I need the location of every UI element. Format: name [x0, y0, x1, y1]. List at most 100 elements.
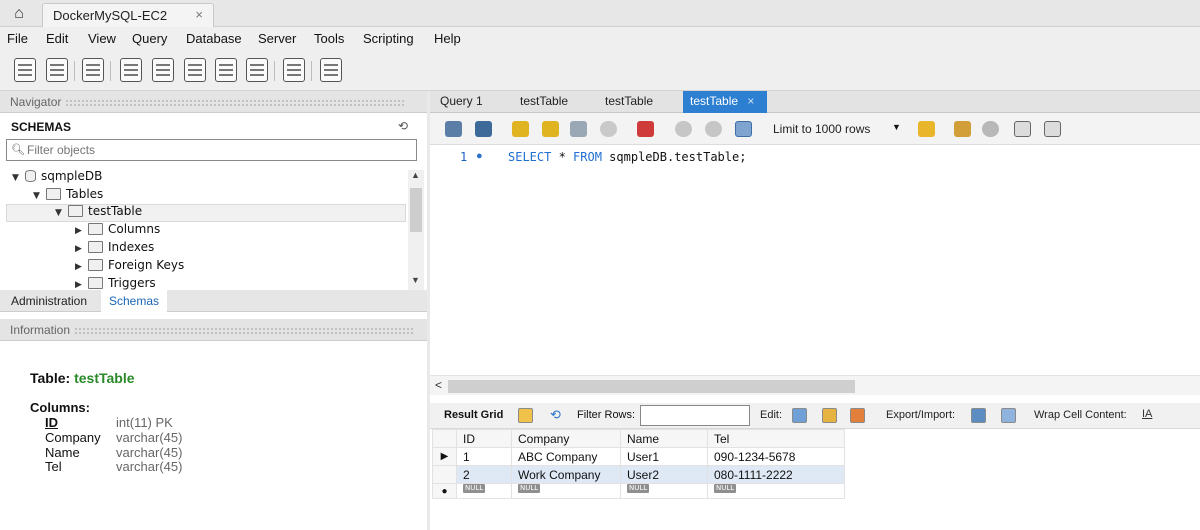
tab-query-1[interactable]: Query 1	[440, 94, 483, 108]
table-cell[interactable]: NULL	[456, 483, 512, 499]
create-table-icon[interactable]	[152, 58, 174, 82]
find-icon[interactable]	[982, 121, 999, 137]
toolbar-separator	[274, 61, 275, 81]
tab-testtable-1[interactable]: testTable	[520, 94, 568, 108]
table-row[interactable]: ▶ 1 ABC Company User1 090-1234-5678	[432, 447, 845, 466]
edit-row-icon[interactable]	[792, 408, 807, 423]
tree-item-schema[interactable]: ▼ sqmpleDB	[12, 169, 102, 187]
tree-scrollbar[interactable]: ▲ ▼	[408, 170, 424, 290]
table-cell[interactable]: 1	[456, 447, 512, 466]
delete-row-icon[interactable]	[850, 408, 865, 423]
column-header-tel[interactable]: Tel	[707, 429, 845, 448]
filter-objects-input[interactable]	[27, 142, 407, 158]
create-procedure-icon[interactable]	[215, 58, 237, 82]
column-header-id[interactable]: ID	[456, 429, 512, 448]
tree-item-foreign-keys[interactable]: ▶ Foreign Keys	[75, 258, 184, 276]
menu-server[interactable]: Server	[258, 31, 296, 46]
bookmark-star-icon[interactable]	[918, 121, 935, 137]
table-cell[interactable]: ABC Company	[511, 447, 621, 466]
explain-magnifier-icon[interactable]	[570, 121, 587, 137]
tab-administration[interactable]: Administration	[11, 294, 87, 308]
new-row[interactable]: ● NULL NULL NULL NULL	[432, 483, 845, 499]
tab-testtable-active[interactable]: testTable ×	[683, 91, 767, 113]
execute-lightning-icon[interactable]	[512, 121, 529, 137]
grid-layout-icon[interactable]	[518, 408, 533, 423]
export-icon[interactable]	[971, 408, 986, 423]
scroll-up-icon[interactable]: ▲	[411, 170, 420, 180]
home-icon[interactable]: ⌂	[8, 4, 30, 24]
limit-rows-select[interactable]: Limit to 1000 rows	[773, 122, 870, 136]
menu-tools[interactable]: Tools	[314, 31, 344, 46]
tree-item-testtable[interactable]: ▼ testTable	[55, 204, 142, 222]
menu-file[interactable]: File	[7, 31, 28, 46]
autocommit-icon[interactable]	[735, 121, 752, 137]
scroll-left-icon[interactable]: <	[435, 378, 442, 392]
menu-help[interactable]: Help	[434, 31, 461, 46]
wrap-cell-icon[interactable]: IA	[1142, 408, 1152, 420]
table-cell[interactable]: NULL	[620, 483, 708, 499]
stop-icon[interactable]	[600, 121, 617, 137]
search-table-data-icon[interactable]	[283, 58, 305, 82]
menu-scripting[interactable]: Scripting	[363, 31, 414, 46]
filter-rows-input[interactable]	[640, 405, 750, 426]
tab-testtable-2[interactable]: testTable	[605, 94, 653, 108]
create-schema-icon[interactable]	[120, 58, 142, 82]
table-cell[interactable]: 2	[456, 465, 512, 484]
schema-name: sqmpleDB	[41, 169, 103, 183]
tree-item-indexes[interactable]: ▶ Indexes	[75, 240, 154, 258]
refresh-icon[interactable]: ⟲	[398, 119, 408, 133]
column-header-company[interactable]: Company	[511, 429, 621, 448]
column-header-name[interactable]: Name	[620, 429, 708, 448]
insert-row-icon[interactable]	[822, 408, 837, 423]
connection-tab-strip: ⌂ DockerMySQL-EC2 ×	[0, 0, 1200, 27]
scrollbar-thumb[interactable]	[448, 380, 855, 393]
info-columns-label: Columns:	[30, 400, 90, 415]
refresh-icon[interactable]: ⟲	[550, 407, 561, 423]
menu-edit[interactable]: Edit	[46, 31, 68, 46]
scroll-down-icon[interactable]: ▼	[411, 275, 420, 285]
reconnect-icon[interactable]	[320, 58, 342, 82]
save-icon[interactable]	[475, 121, 492, 137]
rollback-icon[interactable]	[705, 121, 722, 137]
table-cell[interactable]: 090-1234-5678	[707, 447, 845, 466]
result-grid-label[interactable]: Result Grid	[444, 409, 503, 421]
beautify-broom-icon[interactable]	[954, 121, 971, 137]
sql-text[interactable]: SELECT * FROM sqmpleDB.testTable;	[508, 150, 746, 164]
null-badge: NULL	[627, 484, 650, 493]
tab-schemas[interactable]: Schemas	[101, 290, 167, 312]
close-icon[interactable]: ×	[747, 94, 754, 108]
table-cell[interactable]: NULL	[511, 483, 621, 499]
create-view-icon[interactable]	[184, 58, 206, 82]
commit-icon[interactable]	[675, 121, 692, 137]
tree-item-columns[interactable]: ▶ Columns	[75, 222, 160, 240]
sql-keyword: FROM	[573, 150, 602, 164]
open-folder-icon[interactable]	[445, 121, 462, 137]
table-cell[interactable]: 080-1111-2222	[707, 465, 845, 484]
open-sql-script-icon[interactable]	[46, 58, 68, 82]
create-function-icon[interactable]	[246, 58, 268, 82]
inspector-icon[interactable]	[82, 58, 104, 82]
connection-tab[interactable]: DockerMySQL-EC2 ×	[42, 3, 214, 27]
toggle-error-icon[interactable]	[637, 121, 654, 137]
execute-current-icon[interactable]	[542, 121, 559, 137]
close-icon[interactable]: ×	[195, 7, 203, 22]
menu-view[interactable]: View	[88, 31, 116, 46]
new-sql-tab-icon[interactable]	[14, 58, 36, 82]
sql-editor[interactable]: 1 ● SELECT * FROM sqmpleDB.testTable;	[430, 145, 1200, 375]
menu-query[interactable]: Query	[132, 31, 167, 46]
invisible-chars-icon[interactable]	[1014, 121, 1031, 137]
table-row[interactable]: 2 Work Company User2 080-1111-2222	[432, 465, 845, 484]
menu-database[interactable]: Database	[186, 31, 242, 46]
chevron-down-icon[interactable]: ▼	[892, 122, 901, 132]
table-cell[interactable]: Work Company	[511, 465, 621, 484]
table-cell[interactable]: User2	[620, 465, 708, 484]
expanded-triangle-icon: ▼	[55, 208, 62, 218]
tree-item-tables[interactable]: ▼ Tables	[33, 187, 103, 205]
information-header: Information	[0, 319, 427, 341]
scrollbar-thumb[interactable]	[410, 188, 422, 232]
editor-horizontal-scrollbar[interactable]: <	[430, 375, 1200, 395]
table-cell[interactable]: User1	[620, 447, 708, 466]
import-icon[interactable]	[1001, 408, 1016, 423]
table-cell[interactable]: NULL	[707, 483, 845, 499]
word-wrap-icon[interactable]	[1044, 121, 1061, 137]
